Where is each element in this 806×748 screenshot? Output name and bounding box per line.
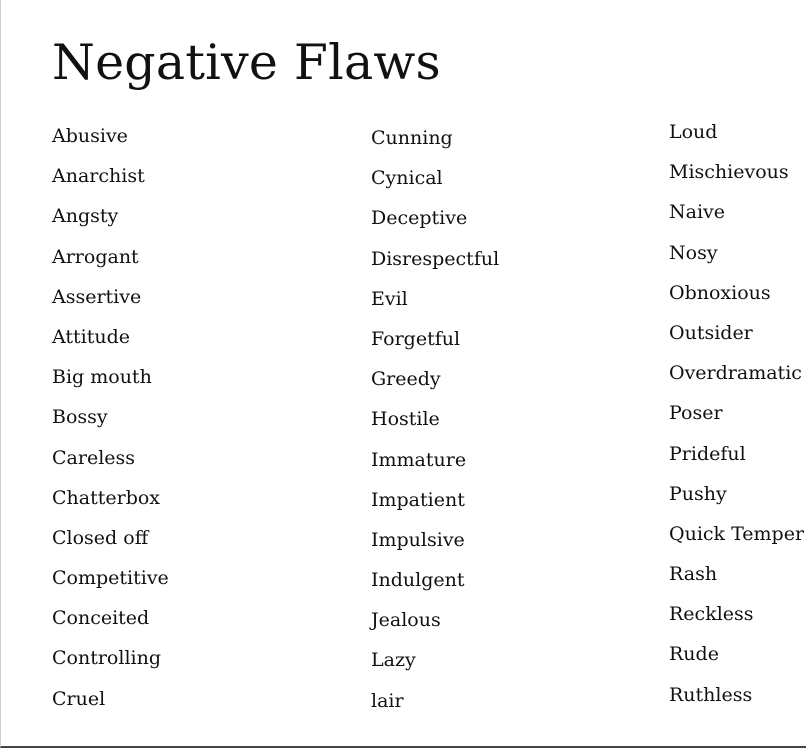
list-item: Abusive — [52, 125, 128, 147]
list-item: Jealous — [371, 609, 441, 632]
page-title: Negative Flaws — [52, 34, 441, 91]
list-item: Outsider — [669, 321, 753, 344]
list-item: Obnoxious — [669, 281, 771, 304]
list-item: Assertive — [52, 285, 142, 308]
list-item: Loud — [669, 121, 718, 143]
list-item: Competitive — [52, 567, 169, 590]
list-item: Angsty — [52, 205, 119, 228]
list-item: Immature — [371, 448, 467, 471]
list-item: Anarchist — [52, 165, 145, 188]
list-item: Cunning — [371, 127, 453, 149]
list-item: Impulsive — [371, 528, 465, 551]
list-item: Impatient — [371, 488, 465, 511]
list-item: Quick Temper — [669, 522, 805, 545]
list-item: Pushy — [669, 482, 727, 505]
list-item: Indulgent — [371, 569, 465, 592]
list-item: Ruthless — [669, 683, 753, 706]
list-item: Greedy — [371, 368, 441, 391]
list-item: Closed off — [52, 526, 149, 549]
flaws-column-3: Loud Mischievous Naive Nosy Obnoxious Ou… — [669, 119, 804, 722]
list-item: Cruel — [52, 687, 106, 710]
list-item: Nosy — [669, 241, 718, 264]
list-item: Chatterbox — [52, 486, 161, 509]
list-item: Deceptive — [371, 207, 468, 230]
list-item: Naive — [669, 201, 726, 224]
list-item: Attitude — [52, 325, 131, 348]
document-page: Negative Flaws Abusive Anarchist Angsty … — [0, 0, 806, 748]
list-item: Forgetful — [371, 327, 461, 350]
list-item: Cynical — [371, 167, 443, 190]
list-item: Overdramatic — [669, 362, 802, 385]
list-item: Conceited — [52, 607, 150, 630]
list-item: Rude — [669, 643, 719, 666]
list-item: Controlling — [52, 647, 161, 670]
flaws-column-2: Cunning Cynical Deceptive Disrespectful … — [371, 125, 499, 728]
list-item: Big mouth — [52, 366, 152, 389]
list-item: Poser — [669, 402, 723, 425]
list-item: Evil — [371, 287, 408, 310]
list-item: Hostile — [371, 408, 440, 431]
list-item: Prideful — [669, 442, 746, 465]
flaws-column-1: Abusive Anarchist Angsty Arrogant Assert… — [52, 123, 169, 726]
list-item: Bossy — [52, 406, 108, 429]
list-item: lair — [371, 689, 404, 712]
list-item: Lazy — [371, 649, 416, 672]
list-item: Arrogant — [52, 245, 139, 268]
list-item: Reckless — [669, 603, 754, 626]
list-item: Careless — [52, 446, 136, 469]
list-item: Disrespectful — [371, 247, 500, 270]
list-item: Mischievous — [669, 161, 789, 184]
list-item: Rash — [669, 563, 718, 586]
